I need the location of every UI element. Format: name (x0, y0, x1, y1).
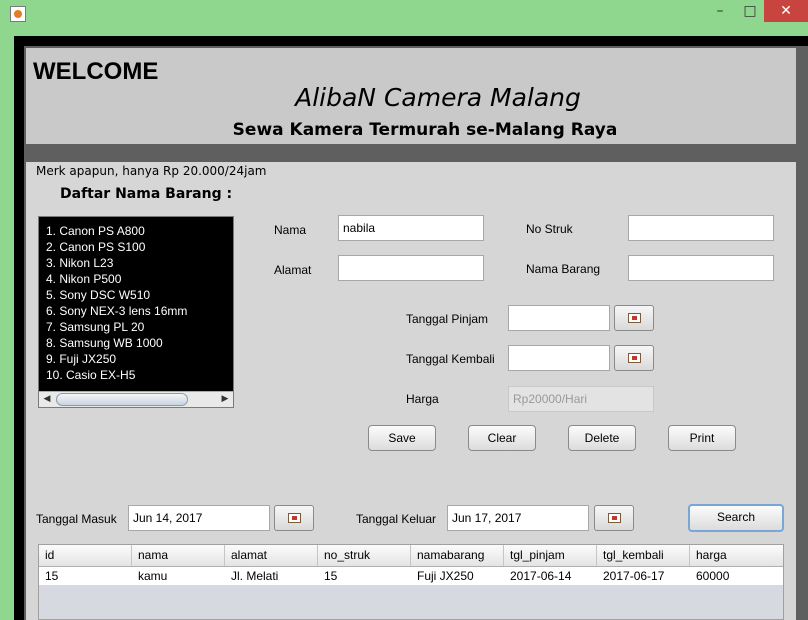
save-button[interactable]: Save (368, 425, 436, 451)
column-header-nama[interactable]: nama (132, 545, 225, 566)
maximize-button[interactable]: □ (736, 0, 764, 22)
tanggal-masuk-label: Tanggal Masuk (36, 512, 117, 526)
table-row[interactable]: 15 kamu Jl. Melati 15 Fuji JX250 2017-06… (39, 567, 783, 585)
welcome-heading: WELCOME (33, 58, 159, 85)
item-list-title: Daftar Nama Barang : (60, 186, 233, 202)
column-header-harga[interactable]: harga (690, 545, 783, 566)
no-struk-label: No Struk (526, 222, 573, 236)
delete-button[interactable]: Delete (568, 425, 636, 451)
harga-label: Harga (406, 392, 439, 406)
alamat-label: Alamat (274, 263, 312, 277)
clear-button[interactable]: Clear (468, 425, 536, 451)
tanggal-kembali-label: Tanggal Kembali (406, 352, 495, 366)
tanggal-keluar-label: Tanggal Keluar (356, 512, 437, 526)
scroll-right-icon[interactable]: ▶ (217, 392, 233, 407)
tanggal-kembali-field[interactable] (508, 345, 610, 371)
column-header-alamat[interactable]: alamat (225, 545, 318, 566)
tanggal-masuk-field[interactable]: Jun 14, 2017 (128, 505, 270, 531)
list-item[interactable]: 3. Nikon L23 (46, 255, 187, 271)
java-app-icon (10, 6, 26, 22)
no-struk-field[interactable] (628, 215, 774, 241)
print-button[interactable]: Print (668, 425, 736, 451)
column-header-no-struk[interactable]: no_struk (318, 545, 411, 566)
calendar-icon (628, 353, 641, 363)
list-item[interactable]: 1. Canon PS A800 (46, 223, 187, 239)
column-header-namabarang[interactable]: namabarang (411, 545, 504, 566)
tanggal-kembali-calendar-button[interactable] (614, 345, 654, 371)
table-cell: Jl. Melati (231, 569, 279, 583)
minimize-button[interactable]: – (706, 0, 734, 22)
horizontal-scrollbar[interactable]: ◀ ▶ (39, 391, 233, 407)
search-button[interactable]: Search (688, 504, 784, 532)
table-cell: 2017-06-14 (510, 569, 572, 583)
table-cell: 15 (45, 569, 59, 583)
nama-field[interactable]: nabila (338, 215, 484, 241)
tanggal-keluar-calendar-button[interactable] (594, 505, 634, 531)
tanggal-keluar-field[interactable]: Jun 17, 2017 (447, 505, 589, 531)
table-cell: 60000 (696, 569, 730, 583)
tanggal-pinjam-field[interactable] (508, 305, 610, 331)
nama-label: Nama (274, 223, 307, 237)
nama-barang-label: Nama Barang (526, 262, 601, 276)
table-header: id nama alamat no_struk namabarang tgl_p… (39, 545, 783, 567)
tanggal-pinjam-calendar-button[interactable] (614, 305, 654, 331)
scroll-left-icon[interactable]: ◀ (39, 392, 55, 407)
table-cell: kamu (138, 569, 168, 583)
list-item[interactable]: 5. Sony DSC W510 (46, 287, 187, 303)
price-note: Merk apapun, hanya Rp 20.000/24jam (36, 164, 267, 178)
tagline: Sewa Kamera Termurah se-Malang Raya (232, 120, 618, 140)
harga-field: Rp20000/Hari (508, 386, 654, 412)
shop-name: AlibaN Camera Malang (295, 83, 581, 112)
nama-barang-field[interactable] (628, 255, 774, 281)
column-header-tgl-pinjam[interactable]: tgl_pinjam (504, 545, 597, 566)
header-panel: WELCOME AlibaN Camera Malang Sewa Kamera… (26, 48, 796, 144)
table-cell: Fuji JX250 (417, 569, 474, 583)
close-button[interactable]: ✕ (764, 0, 808, 22)
list-item[interactable]: 9. Fuji JX250 (46, 351, 187, 367)
list-item[interactable]: 10. Casio EX-H5 (46, 367, 187, 383)
scroll-thumb[interactable] (56, 393, 188, 406)
tanggal-pinjam-label: Tanggal Pinjam (406, 312, 489, 326)
list-item[interactable]: 6. Sony NEX-3 lens 16mm (46, 303, 187, 319)
content-panel: WELCOME AlibaN Camera Malang Sewa Kamera… (24, 46, 808, 620)
list-item[interactable]: 2. Canon PS S100 (46, 239, 187, 255)
list-item[interactable]: 4. Nikon P500 (46, 271, 187, 287)
column-header-id[interactable]: id (39, 545, 132, 566)
item-list[interactable]: 1. Canon PS A800 2. Canon PS S100 3. Nik… (38, 216, 234, 408)
column-header-tgl-kembali[interactable]: tgl_kembali (597, 545, 690, 566)
alamat-field[interactable] (338, 255, 484, 281)
rental-table[interactable]: id nama alamat no_struk namabarang tgl_p… (38, 544, 784, 620)
calendar-icon (608, 513, 621, 523)
table-cell: 15 (324, 569, 338, 583)
title-bar: – □ ✕ (0, 0, 808, 30)
list-item[interactable]: 7. Samsung PL 20 (46, 319, 187, 335)
table-cell: 2017-06-17 (603, 569, 665, 583)
main-panel: Merk apapun, hanya Rp 20.000/24jam Dafta… (26, 162, 796, 620)
list-item[interactable]: 8. Samsung WB 1000 (46, 335, 187, 351)
calendar-icon (628, 313, 641, 323)
tanggal-masuk-calendar-button[interactable] (274, 505, 314, 531)
calendar-icon (288, 513, 301, 523)
